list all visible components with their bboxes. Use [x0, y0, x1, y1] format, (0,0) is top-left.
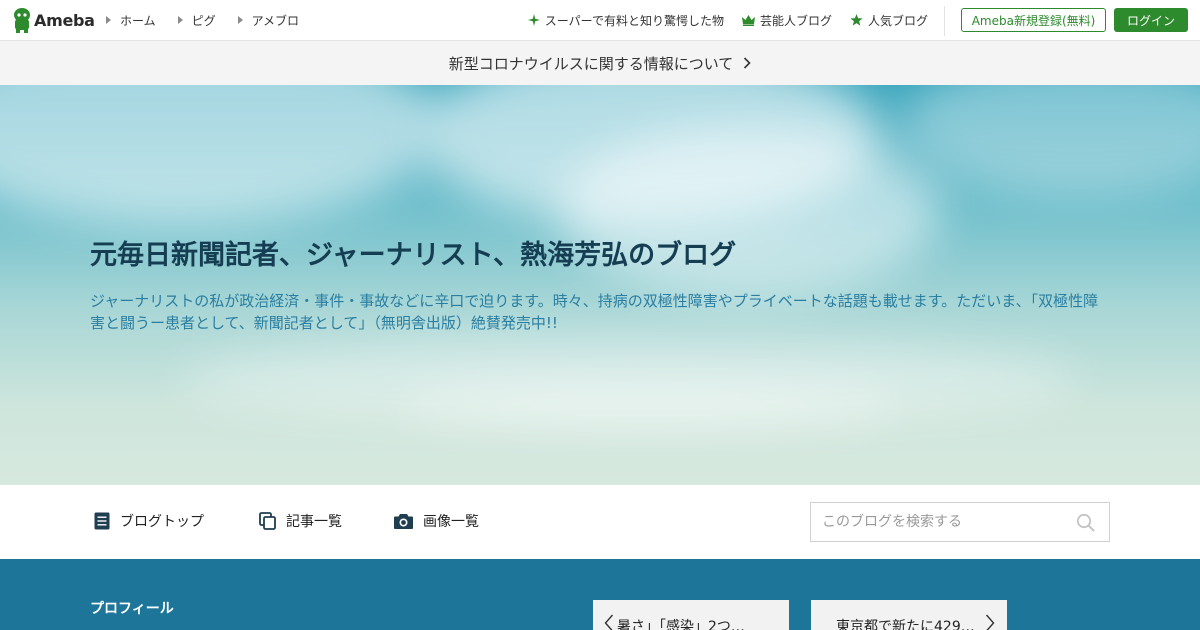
cloud-decoration [0, 85, 440, 225]
login-button[interactable]: ログイン [1114, 8, 1188, 32]
profile-heading: プロフィール [90, 601, 174, 617]
nav-home-label: ホーム [120, 13, 156, 28]
global-header: Ameba ホーム ピグ アメブロ スーパーで有料と知り驚愕した物 芸能人ブログ… [0, 0, 1200, 41]
ameba-mascot-icon [14, 8, 30, 33]
logo-text: Ameba [34, 10, 95, 30]
cloud-decoration [900, 85, 1200, 195]
chevron-right-icon [744, 57, 751, 69]
prev-entry-link[interactable]: 暑さ」「感染」2つ… [593, 600, 789, 630]
celebrity-blog-link[interactable]: 芸能人ブログ [741, 12, 832, 29]
entry-list-link[interactable]: 記事一覧 [259, 511, 342, 531]
crown-icon [741, 14, 755, 26]
entry-list-label: 記事一覧 [286, 514, 342, 530]
triangle-right-icon [106, 16, 111, 24]
copy-icon [259, 512, 276, 530]
ameba-logo[interactable]: Ameba [12, 7, 95, 33]
next-entry-title: 東京都で新たに429… [836, 619, 975, 630]
blog-search-input[interactable] [811, 503, 1061, 541]
celebrity-blog-label: 芸能人ブログ [759, 13, 832, 28]
nav-ameblo-link[interactable]: アメブロ [237, 12, 300, 29]
nav-pigg-label: ピグ [191, 13, 216, 28]
blog-header-hero: 元毎日新聞記者、ジャーナリスト、熱海芳弘のブログ ジャーナリストの私が政治経済・… [0, 85, 1200, 485]
popular-blog-label: 人気ブログ [867, 13, 928, 28]
search-button[interactable] [1076, 513, 1095, 536]
chevron-right-icon [985, 614, 995, 630]
document-icon [94, 512, 110, 530]
global-nav: ホーム ピグ アメブロ [106, 0, 321, 40]
sparkle-icon [527, 14, 540, 26]
next-entry-link[interactable]: 東京都で新たに429… [811, 600, 1007, 630]
search-icon [1076, 513, 1095, 532]
camera-icon [394, 514, 413, 529]
nav-ameblo-label: アメブロ [251, 13, 300, 28]
chevron-left-icon [604, 614, 614, 630]
trending-topic-label: スーパーで有料と知り驚愕した物 [544, 13, 724, 28]
content-band: プロフィール 暑さ」「感染」2つ… 東京都で新たに429… [0, 559, 1200, 630]
image-list-label: 画像一覧 [423, 514, 479, 530]
nav-home-link[interactable]: ホーム [106, 12, 156, 29]
blog-nav: ブログトップ 記事一覧 画像一覧 [0, 485, 1200, 559]
blog-search [810, 502, 1110, 542]
blog-title[interactable]: 元毎日新聞記者、ジャーナリスト、熱海芳弘のブログ [90, 233, 736, 272]
prev-entry-title: 暑さ」「感染」2つ… [617, 619, 745, 630]
register-button[interactable]: Ameba新規登録(無料) [961, 8, 1106, 32]
covid-notice-text: 新型コロナウイルスに関する情報について [448, 54, 734, 73]
blog-description: ジャーナリストの私が政治経済・事件・事故などに辛口で迫ります。時々、持病の双極性… [90, 292, 1099, 332]
popular-blog-link[interactable]: 人気ブログ [850, 12, 928, 29]
blog-top-link[interactable]: ブログトップ [94, 511, 204, 531]
triangle-right-icon [237, 16, 243, 24]
trending-topic-link[interactable]: スーパーで有料と知り驚愕した物 [527, 12, 724, 29]
header-divider [944, 6, 945, 36]
image-list-link[interactable]: 画像一覧 [394, 511, 479, 531]
header-links: スーパーで有料と知り驚愕した物 芸能人ブログ 人気ブログ [510, 0, 928, 40]
star-icon [850, 14, 863, 26]
cloud-decoration [400, 385, 900, 425]
blog-top-label: ブログトップ [120, 514, 204, 530]
triangle-right-icon [177, 16, 183, 24]
nav-pigg-link[interactable]: ピグ [177, 12, 216, 29]
covid-notice-link[interactable]: 新型コロナウイルスに関する情報について [0, 41, 1200, 85]
